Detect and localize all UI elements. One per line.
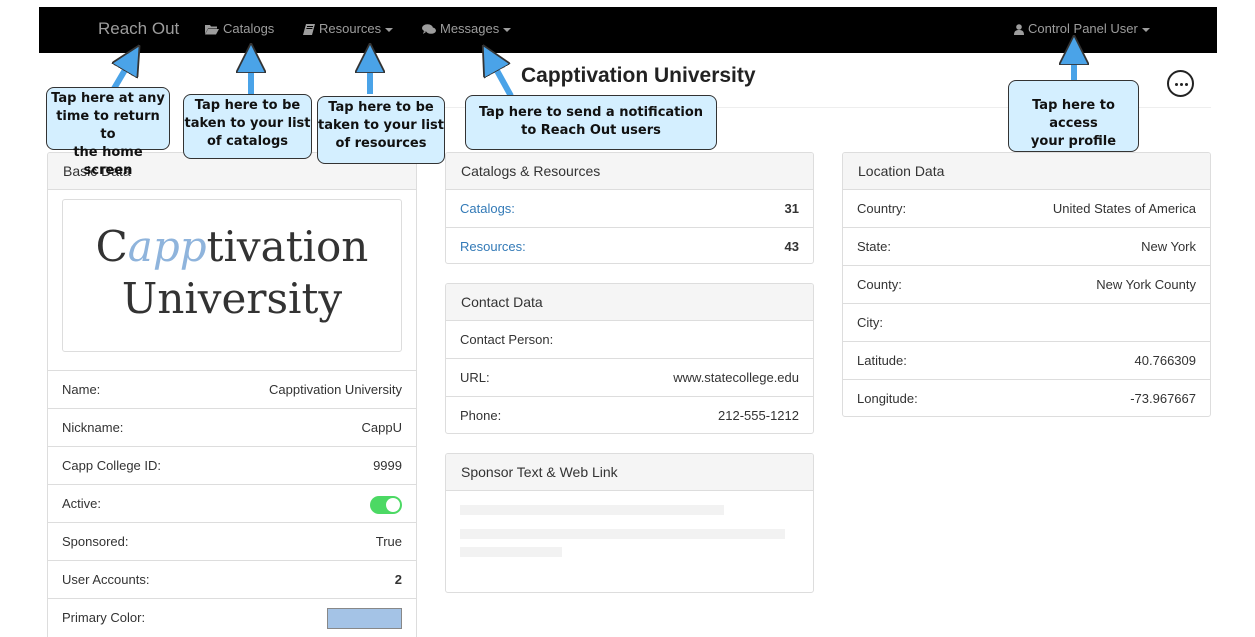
catalogs-resources-panel: Catalogs & Resources Catalogs: 31 Resourc… xyxy=(445,152,814,264)
panel-heading: Contact Data xyxy=(446,284,813,321)
list-item: Sponsored: True xyxy=(48,523,416,561)
list-item: County: New York County xyxy=(843,266,1210,304)
list-item: User Accounts: 2 xyxy=(48,561,416,599)
list-item: Capp College ID: 9999 xyxy=(48,447,416,485)
panel-heading: Sponsor Text & Web Link xyxy=(446,454,813,491)
basic-data-panel: Basic Data Capptivation University Name:… xyxy=(47,152,417,637)
contact-data-panel: Contact Data Contact Person: URL: www.sta… xyxy=(445,283,814,434)
nav-messages[interactable]: Messages xyxy=(422,7,512,53)
list-item: Phone: 212-555-1212 xyxy=(460,408,799,423)
page-title: Capptivation University xyxy=(521,64,756,87)
ellipsis-dot xyxy=(1179,82,1183,86)
list-item: State: New York xyxy=(843,228,1210,266)
divider xyxy=(48,361,416,371)
callout-profile: Tap here to access your profile xyxy=(1008,80,1139,152)
nav-messages-label: Messages xyxy=(440,21,500,36)
list-item: Primary Color: xyxy=(48,599,416,637)
book-icon xyxy=(303,24,315,36)
ellipsis-dot xyxy=(1184,82,1188,86)
list-item: Active: xyxy=(48,485,416,523)
list-item: City: xyxy=(843,304,1210,342)
nav-resources-label: Resources xyxy=(319,21,382,36)
panel-heading: Catalogs & Resources xyxy=(446,153,813,190)
list-item: Country: United States of America xyxy=(843,190,1210,228)
list-item: Nickname: CappU xyxy=(48,409,416,447)
list-item: Name: Capptivation University xyxy=(48,371,416,409)
arrow-messages xyxy=(490,58,514,98)
location-data-panel: Location Data Country: United States of A… xyxy=(842,152,1211,417)
resources-link[interactable]: Resources: xyxy=(460,228,526,263)
sponsor-panel: Sponsor Text & Web Link xyxy=(445,453,814,593)
list-item: Contact Person: xyxy=(446,321,813,359)
logo-text-line2: University xyxy=(121,274,343,323)
university-logo: Capptivation University xyxy=(62,199,402,352)
list-item: Latitude: 40.766309 xyxy=(843,342,1210,380)
nav-catalogs[interactable]: Catalogs xyxy=(205,7,274,53)
resources-link-row[interactable]: Resources: 43 xyxy=(446,228,813,263)
chevron-down-icon xyxy=(1141,27,1150,32)
top-navbar: Reach Out Catalogs Resources Messages Co… xyxy=(39,7,1217,53)
callout-resources: Tap here to be taken to your list of resou… xyxy=(317,96,445,164)
callout-home: Tap here at any time to return to the home… xyxy=(46,87,170,178)
nav-user-label: Control Panel User xyxy=(1028,21,1138,36)
toggle-knob xyxy=(386,498,400,512)
callout-messages: Tap here to send a notification to Reach … xyxy=(465,95,717,150)
list-item: URL: www.statecollege.edu xyxy=(446,359,813,397)
folder-open-icon xyxy=(205,25,219,35)
nav-resources[interactable]: Resources xyxy=(303,7,394,53)
list-item: Longitude: -73.967667 xyxy=(857,391,1196,406)
sponsor-text-placeholder xyxy=(446,491,813,571)
catalogs-link-row[interactable]: Catalogs: 31 xyxy=(446,190,813,228)
user-icon xyxy=(1014,24,1024,36)
chevron-down-icon xyxy=(503,27,512,32)
callout-catalogs: Tap here to be taken to your list of catal… xyxy=(183,94,312,159)
primary-color-swatch[interactable] xyxy=(327,608,402,629)
active-toggle[interactable] xyxy=(370,496,402,514)
chevron-down-icon xyxy=(385,27,394,32)
more-options-button[interactable] xyxy=(1167,70,1194,97)
nav-user-menu[interactable]: Control Panel User xyxy=(1014,7,1150,53)
nav-catalogs-label: Catalogs xyxy=(223,21,275,36)
logo-text-line1: Capptivation xyxy=(95,222,369,271)
brand-home-link[interactable]: Reach Out xyxy=(98,7,179,53)
comments-icon xyxy=(422,24,436,35)
catalogs-link[interactable]: Catalogs: xyxy=(460,190,515,228)
ellipsis-circle-icon xyxy=(1174,82,1178,86)
panel-heading: Location Data xyxy=(843,153,1210,190)
